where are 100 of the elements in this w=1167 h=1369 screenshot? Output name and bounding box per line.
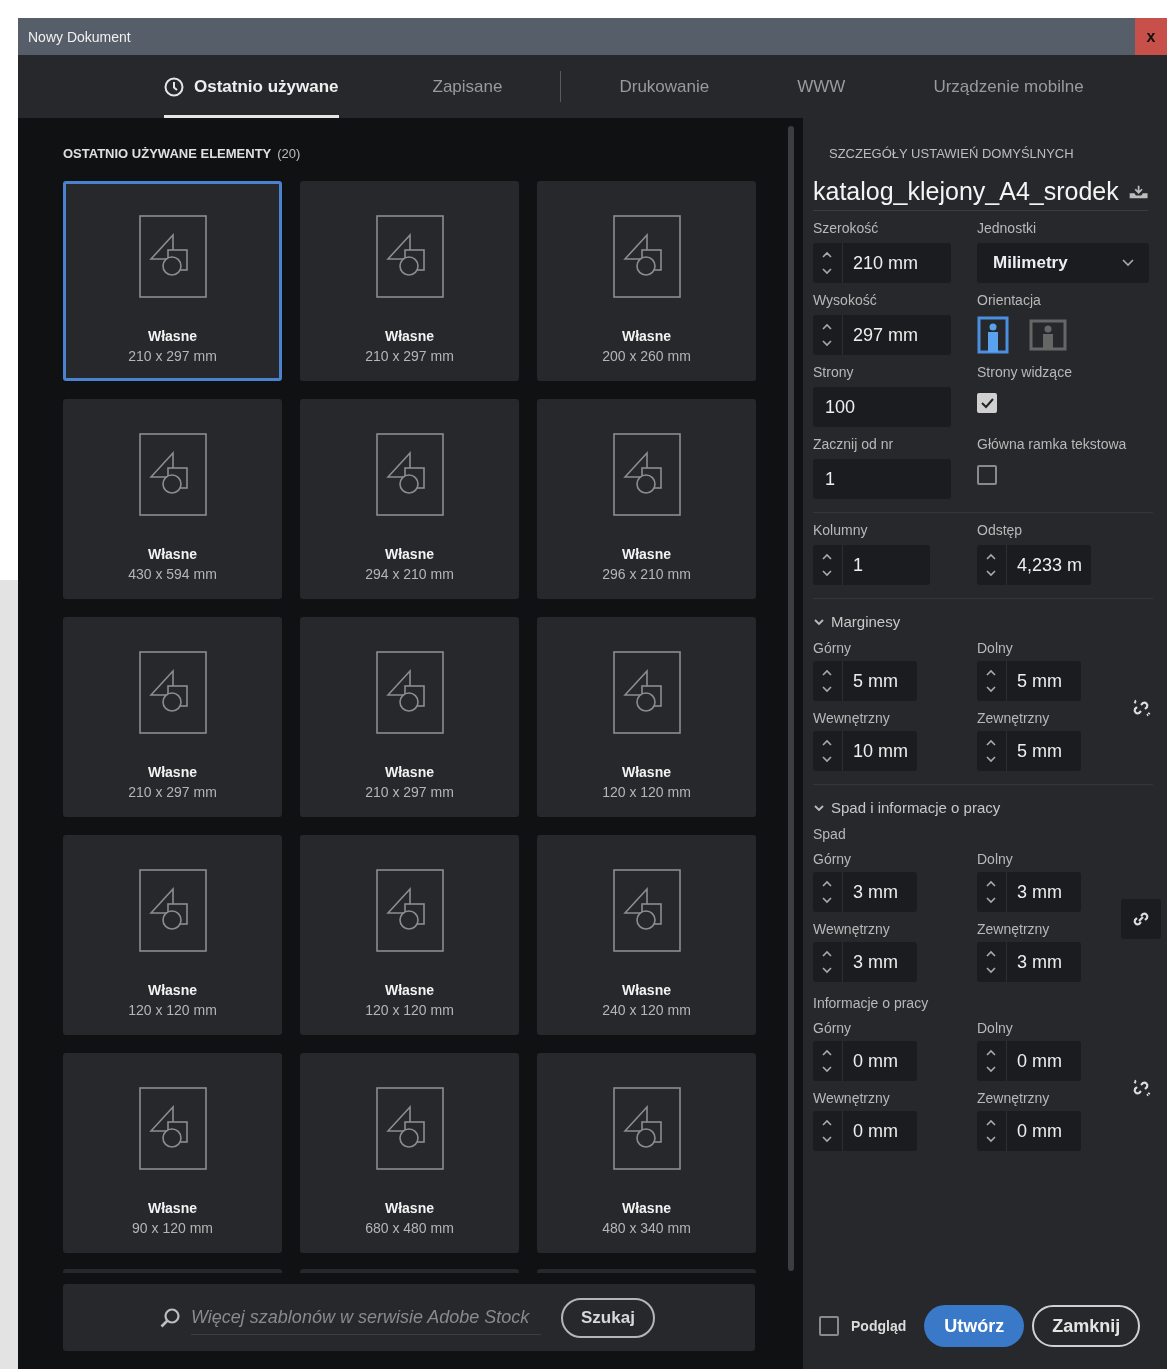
field-label: Zacznij od nr (813, 436, 895, 454)
preset-tile[interactable]: Własne 294 x 210 mm (300, 399, 519, 599)
field-label: Główna ramka tekstowa (977, 436, 1128, 454)
units-dropdown[interactable]: Milimetry (977, 243, 1149, 283)
field-label: Wewnętrzny (813, 710, 891, 727)
preset-tile[interactable]: Własne 210 x 297 mm (300, 181, 519, 381)
document-shapes-icon (612, 651, 681, 734)
document-shapes-icon (375, 869, 444, 952)
preset-name: Własne (148, 764, 197, 780)
field-label: Wewnętrzny (813, 1090, 891, 1107)
window-title: Nowy Dokument (27, 28, 131, 45)
number-field[interactable]: 0 mm (977, 1111, 1081, 1151)
field-label: Dolny (977, 1020, 1014, 1037)
checkbox[interactable] (977, 465, 997, 485)
number-field[interactable]: 3 mm (977, 942, 1081, 982)
preset-size: 200 x 260 mm (602, 348, 691, 364)
preset-size: 680 x 480 mm (365, 1220, 454, 1236)
preset-tile[interactable]: Własne 480 x 340 mm (537, 1053, 756, 1253)
field-label: Kolumny (813, 522, 869, 540)
number-field[interactable]: 3 mm (977, 872, 1081, 912)
number-field[interactable]: 0 mm (977, 1041, 1081, 1081)
field-label: Górny (813, 640, 853, 657)
preset-tile[interactable]: Własne 210 x 297 mm (300, 617, 519, 817)
field-label: Szerokość (813, 220, 880, 238)
document-shapes-icon (138, 1087, 207, 1170)
field-label: Górny (813, 1020, 853, 1037)
preset-tile[interactable]: Własne 120 x 120 mm (63, 835, 282, 1035)
section-heading: SZCZEGÓŁY USTAWIEŃ DOMYŚLNYCH (829, 146, 1075, 161)
pages-field[interactable]: 100 (813, 387, 951, 427)
document-shapes-icon (375, 1087, 444, 1170)
document-shapes-icon (612, 1087, 681, 1170)
search-button[interactable]: Szukaj (561, 1297, 655, 1338)
document-shapes-icon (375, 651, 444, 734)
section-heading: OSTATNIO UŻYWANE ELEMENTY (63, 145, 272, 161)
portrait-orientation-icon[interactable] (977, 316, 1009, 354)
preset-tile[interactable]: Własne 90 x 120 mm (63, 1053, 282, 1253)
number-field[interactable]: 0 mm (813, 1111, 917, 1151)
tab[interactable]: Drukowanie (589, 55, 740, 118)
field-label: Zewnętrzny (977, 921, 1051, 938)
preset-name: Własne (385, 1200, 434, 1216)
tab[interactable]: Zapisane (402, 55, 533, 118)
close-dialog-button[interactable]: Zamknij (1032, 1305, 1141, 1347)
preset-tile[interactable]: Własne 296 x 210 mm (537, 399, 756, 599)
document-shapes-icon (138, 215, 207, 298)
number-field[interactable]: 5 mm (977, 661, 1081, 701)
section-toggle[interactable]: Spad i informacje o pracy (813, 799, 1001, 816)
number-field[interactable]: 5 mm (813, 661, 917, 701)
preset-tile[interactable]: Własne 430 x 594 mm (63, 399, 282, 599)
tab[interactable]: Ostatnio używane (164, 55, 339, 118)
search-field[interactable]: Więcej szablonów w serwisie Adobe Stock (191, 1300, 541, 1335)
preset-name: Własne (385, 764, 434, 780)
preset-name: Własne (622, 764, 671, 780)
number-field[interactable]: 10 mm (813, 731, 917, 771)
number-field[interactable]: 5 mm (977, 731, 1081, 771)
chain-link-button[interactable] (1121, 898, 1161, 939)
number-field[interactable]: 210 mm (813, 243, 951, 283)
checkbox[interactable] (819, 1316, 839, 1336)
document-shapes-icon (612, 433, 681, 516)
chevron-down-icon (1121, 258, 1135, 268)
checkbox[interactable] (977, 393, 997, 413)
checkbox-label: Podgląd (851, 1318, 907, 1334)
preset-tile[interactable]: Własne 210 x 297 mm (63, 617, 282, 817)
create-button[interactable]: Utwórz (924, 1305, 1025, 1347)
preset-size: 210 x 297 mm (128, 784, 217, 800)
preset-size: 296 x 210 mm (602, 566, 691, 582)
number-field[interactable]: 1 (813, 545, 930, 585)
number-field[interactable]: 297 mm (813, 315, 951, 355)
number-field[interactable]: 4,233 m (977, 545, 1091, 585)
start-number-field[interactable]: 1 (813, 459, 951, 499)
preset-tile[interactable]: Własne 120 x 120 mm (537, 617, 756, 817)
preset-tile[interactable]: Własne 120 x 120 mm (300, 835, 519, 1035)
preset-tile[interactable]: Własne 680 x 480 mm (300, 1053, 519, 1253)
preset-size: 480 x 340 mm (602, 1220, 691, 1236)
document-shapes-icon (138, 651, 207, 734)
chevron-icon (813, 616, 825, 627)
number-field[interactable]: 3 mm (813, 872, 917, 912)
field-label: Wewnętrzny (813, 921, 891, 938)
preset-name: Własne (148, 1200, 197, 1216)
preset-tile[interactable]: Własne 210 x 297 mm (63, 181, 282, 381)
field-label: Zewnętrzny (977, 1090, 1051, 1107)
tab[interactable]: Urządzenie mobilne (903, 55, 1114, 118)
preset-size: 120 x 120 mm (602, 784, 691, 800)
close-button[interactable]: x (1135, 18, 1167, 55)
tab[interactable]: WWW (767, 55, 876, 118)
preset-size: 240 x 120 mm (602, 1002, 691, 1018)
preset-name: Własne (385, 328, 434, 344)
preset-size: 210 x 297 mm (128, 348, 217, 364)
number-field[interactable]: 0 mm (813, 1041, 917, 1081)
field-label: Strony widzące (977, 364, 1073, 382)
chevron-icon (813, 802, 825, 813)
section-toggle[interactable]: Marginesy (813, 613, 901, 630)
field-label: Górny (813, 851, 853, 868)
preset-name: Własne (622, 982, 671, 998)
group-label: Spad (813, 826, 847, 843)
scrollbar[interactable] (788, 126, 794, 1271)
item-count: (20) (277, 145, 301, 161)
number-field[interactable]: 3 mm (813, 942, 917, 982)
preset-tile[interactable]: Własne 200 x 260 mm (537, 181, 756, 381)
preset-size: 120 x 120 mm (128, 1002, 217, 1018)
preset-tile[interactable]: Własne 240 x 120 mm (537, 835, 756, 1035)
